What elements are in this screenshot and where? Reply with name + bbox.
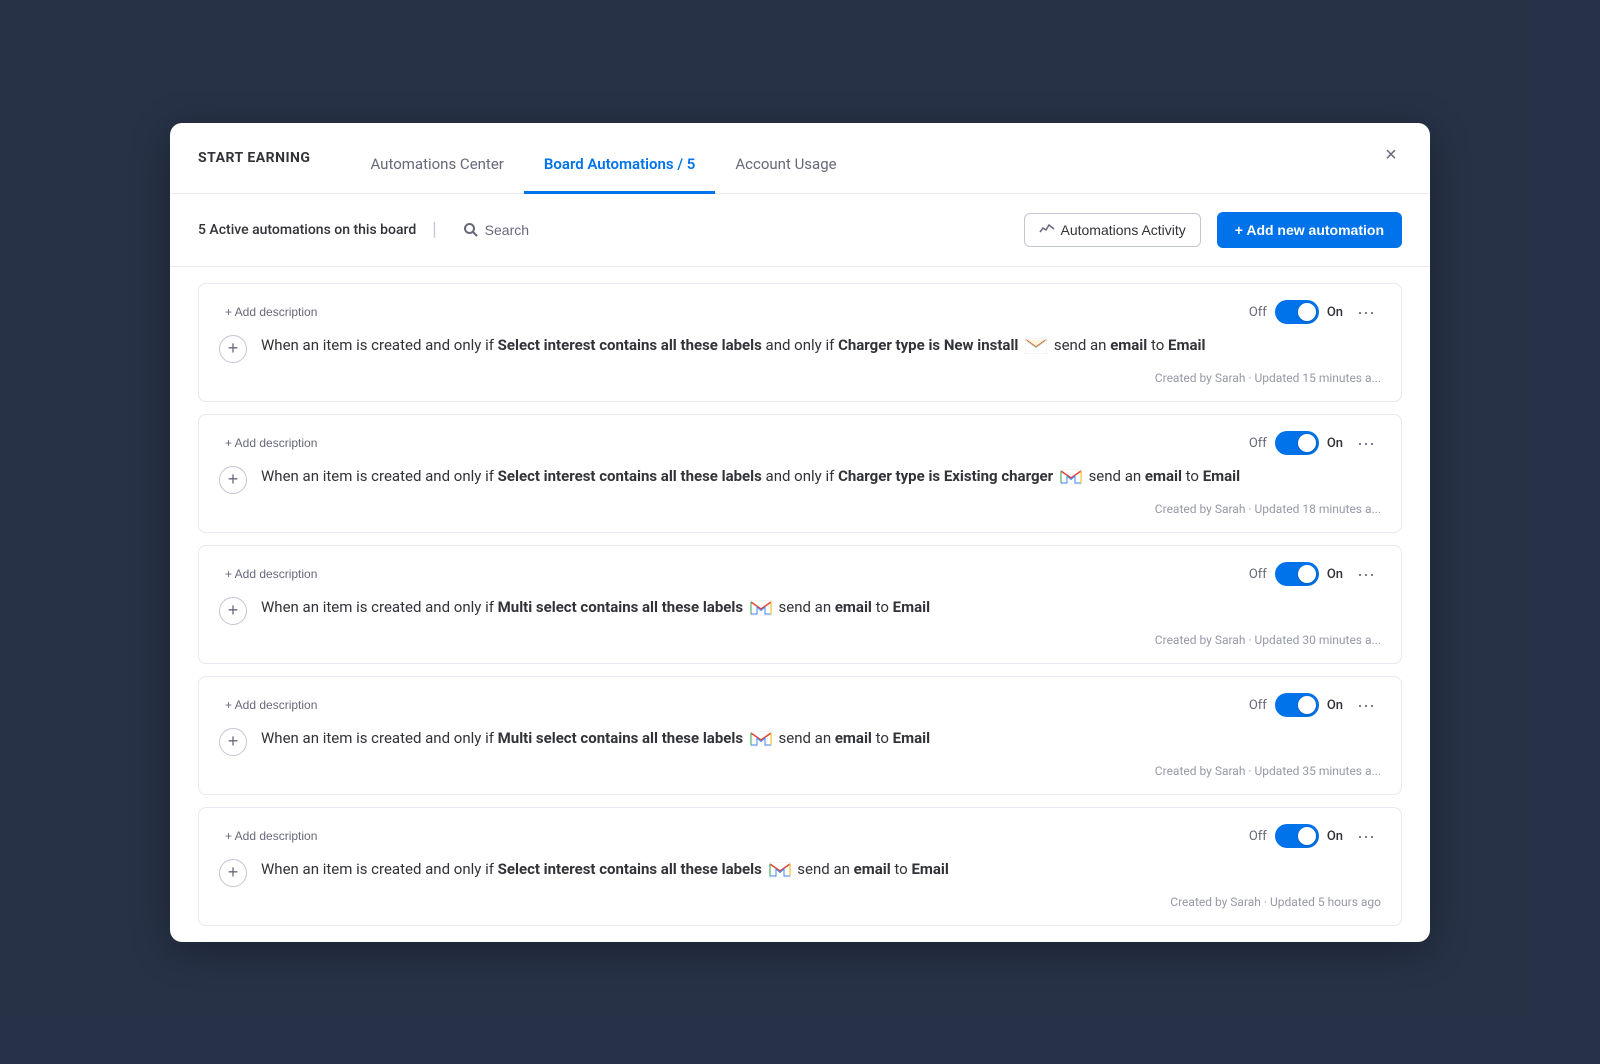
card-top: + Add description Off On ···	[219, 824, 1381, 849]
expand-button[interactable]: +	[219, 859, 247, 887]
card-top: + Add description Off On ···	[219, 431, 1381, 456]
tabs: Automations Center Board Automations / 5…	[350, 143, 1402, 193]
tab-automations-center[interactable]: Automations Center	[350, 143, 523, 194]
toggle-slider	[1275, 562, 1319, 586]
add-description-button[interactable]: + Add description	[219, 827, 323, 845]
automation-card: + Add description Off On ··· + When	[198, 414, 1402, 533]
more-options-button[interactable]: ···	[1351, 431, 1381, 456]
gmail-icon	[1025, 338, 1047, 354]
automations-activity-label: Automations Activity	[1061, 222, 1186, 238]
gmail-icon	[1060, 469, 1082, 485]
search-label: Search	[485, 222, 529, 238]
toggle-switch[interactable]	[1275, 562, 1319, 586]
card-controls: Off On ···	[1249, 431, 1381, 456]
automation-card: + Add description Off On ··· + When	[198, 807, 1402, 926]
gmail-icon	[750, 600, 772, 616]
automation-card: + Add description Off On ··· + When	[198, 283, 1402, 402]
tab-board-automations[interactable]: Board Automations / 5	[524, 143, 715, 194]
more-options-button[interactable]: ···	[1351, 562, 1381, 587]
toggle-off-label: Off	[1249, 698, 1267, 713]
card-body: + When an item is created and only if Se…	[219, 857, 1381, 887]
add-description-button[interactable]: + Add description	[219, 565, 323, 583]
card-footer: Created by Sarah · Updated 18 minutes a.…	[219, 502, 1381, 516]
automation-text: When an item is created and only if Sele…	[261, 333, 1381, 357]
modal-title: START EARNING	[198, 150, 310, 186]
toggle-off-label: Off	[1249, 567, 1267, 582]
expand-button[interactable]: +	[219, 597, 247, 625]
toggle-on-label: On	[1327, 829, 1343, 844]
toggle-slider	[1275, 693, 1319, 717]
card-footer: Created by Sarah · Updated 15 minutes a.…	[219, 371, 1381, 385]
automation-text: When an item is created and only if Sele…	[261, 857, 1381, 881]
automations-list: + Add description Off On ··· + When	[170, 267, 1430, 942]
automation-text: When an item is created and only if Mult…	[261, 595, 1381, 619]
toggle-off-label: Off	[1249, 305, 1267, 320]
card-top: + Add description Off On ···	[219, 562, 1381, 587]
card-top: + Add description Off On ···	[219, 693, 1381, 718]
add-description-button[interactable]: + Add description	[219, 303, 323, 321]
card-body: + When an item is created and only if Se…	[219, 464, 1381, 494]
card-controls: Off On ···	[1249, 300, 1381, 325]
separator: |	[432, 219, 436, 240]
modal-header: START EARNING Automations Center Board A…	[170, 123, 1430, 194]
toggle-switch[interactable]	[1275, 300, 1319, 324]
modal-overlay: START EARNING Automations Center Board A…	[0, 0, 1600, 1064]
card-controls: Off On ···	[1249, 693, 1381, 718]
activity-icon	[1039, 222, 1055, 238]
toggle-off-label: Off	[1249, 829, 1267, 844]
add-automation-button[interactable]: + Add new automation	[1217, 212, 1402, 248]
expand-button[interactable]: +	[219, 728, 247, 756]
add-description-button[interactable]: + Add description	[219, 434, 323, 452]
toolbar: 5 Active automations on this board | Sea…	[170, 194, 1430, 267]
toggle-switch[interactable]	[1275, 824, 1319, 848]
toggle-on-label: On	[1327, 567, 1343, 582]
card-controls: Off On ···	[1249, 562, 1381, 587]
toggle-slider	[1275, 824, 1319, 848]
modal: START EARNING Automations Center Board A…	[170, 123, 1430, 942]
automations-activity-button[interactable]: Automations Activity	[1024, 213, 1201, 247]
toggle-slider	[1275, 431, 1319, 455]
automation-text: When an item is created and only if Mult…	[261, 726, 1381, 750]
tab-account-usage[interactable]: Account Usage	[715, 143, 856, 194]
toggle-on-label: On	[1327, 436, 1343, 451]
add-description-button[interactable]: + Add description	[219, 696, 323, 714]
toggle-switch[interactable]	[1275, 693, 1319, 717]
search-icon	[463, 222, 479, 238]
card-controls: Off On ···	[1249, 824, 1381, 849]
search-button[interactable]: Search	[453, 216, 539, 244]
card-footer: Created by Sarah · Updated 5 hours ago	[219, 895, 1381, 909]
close-button[interactable]: ×	[1376, 141, 1406, 171]
automation-card: + Add description Off On ··· + When	[198, 545, 1402, 664]
more-options-button[interactable]: ···	[1351, 300, 1381, 325]
automation-card: + Add description Off On ··· + When	[198, 676, 1402, 795]
automation-text: When an item is created and only if Sele…	[261, 464, 1381, 488]
toggle-on-label: On	[1327, 698, 1343, 713]
more-options-button[interactable]: ···	[1351, 693, 1381, 718]
card-body: + When an item is created and only if Mu…	[219, 726, 1381, 756]
card-top: + Add description Off On ···	[219, 300, 1381, 325]
expand-button[interactable]: +	[219, 466, 247, 494]
card-body: + When an item is created and only if Mu…	[219, 595, 1381, 625]
card-body: + When an item is created and only if Se…	[219, 333, 1381, 363]
gmail-icon	[750, 731, 772, 747]
toggle-slider	[1275, 300, 1319, 324]
toggle-on-label: On	[1327, 305, 1343, 320]
more-options-button[interactable]: ···	[1351, 824, 1381, 849]
gmail-icon	[769, 862, 791, 878]
expand-button[interactable]: +	[219, 335, 247, 363]
toggle-off-label: Off	[1249, 436, 1267, 451]
card-footer: Created by Sarah · Updated 35 minutes a.…	[219, 764, 1381, 778]
toggle-switch[interactable]	[1275, 431, 1319, 455]
active-count-label: 5 Active automations on this board	[198, 222, 416, 238]
card-footer: Created by Sarah · Updated 30 minutes a.…	[219, 633, 1381, 647]
